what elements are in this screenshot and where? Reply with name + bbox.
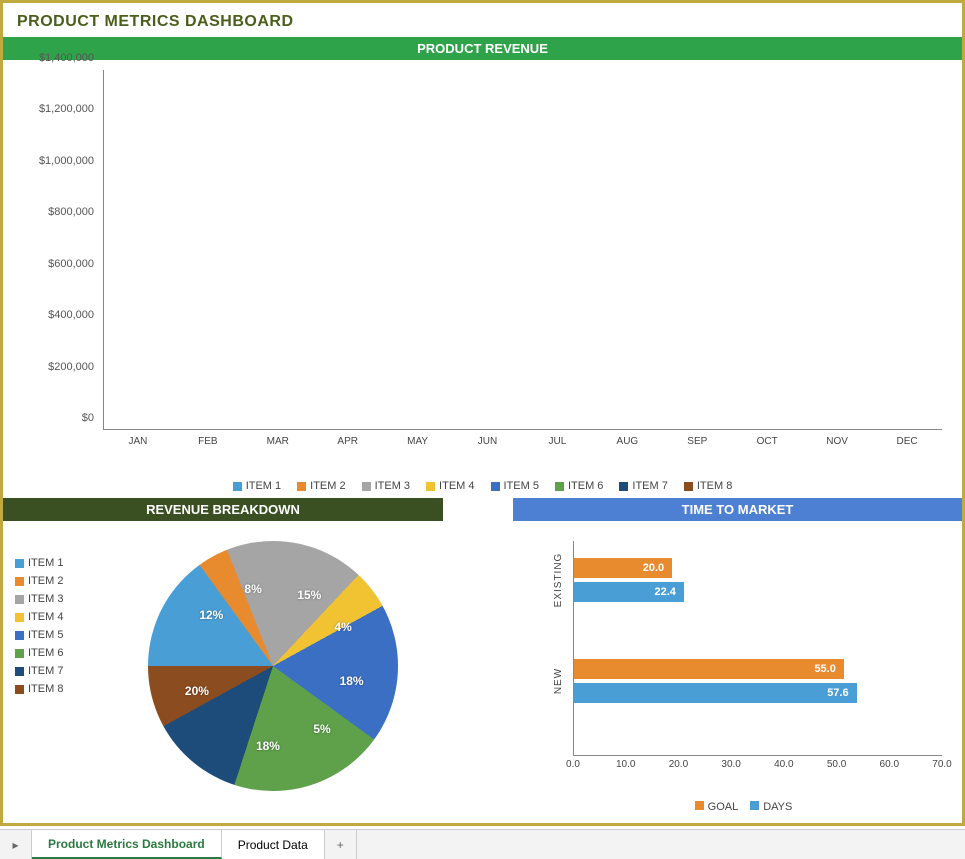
x-tick: NOV bbox=[826, 436, 848, 447]
legend-item: DAYS bbox=[738, 801, 792, 813]
x-tick: DEC bbox=[896, 436, 917, 447]
legend-item: ITEM 4 bbox=[15, 611, 63, 623]
tab-dashboard[interactable]: Product Metrics Dashboard bbox=[32, 830, 222, 859]
x-tick: MAR bbox=[267, 436, 289, 447]
revenue-banner: PRODUCT REVENUE bbox=[3, 37, 962, 60]
legend-item: ITEM 8 bbox=[15, 683, 63, 695]
pie-slice-label: 5% bbox=[313, 722, 330, 736]
pie-banner: REVENUE BREAKDOWN bbox=[3, 498, 443, 521]
legend-item: ITEM 7 bbox=[15, 665, 63, 677]
revenue-bar-chart: $0 $200,000 $400,000 $600,000 $800,000 $1,000… bbox=[3, 60, 962, 480]
legend-item: ITEM 1 bbox=[233, 480, 281, 492]
y-tick: $0 bbox=[82, 412, 94, 424]
hbar-category: NEW bbox=[553, 668, 564, 694]
hx-tick: 40.0 bbox=[774, 759, 793, 770]
revenue-pie-chart: ITEM 1 ITEM 2 ITEM 3 ITEM 4 ITEM 5 ITEM 6 ITEM… bbox=[3, 521, 443, 801]
legend-item: ITEM 3 bbox=[362, 480, 410, 492]
legend-item: ITEM 8 bbox=[684, 480, 732, 492]
hbar: 20.0 bbox=[574, 558, 672, 578]
legend-item: ITEM 2 bbox=[297, 480, 345, 492]
revenue-legend: ITEM 1 ITEM 2 ITEM 3 ITEM 4 ITEM 5 ITEM 6 ITEM… bbox=[3, 480, 962, 498]
x-tick: OCT bbox=[757, 436, 778, 447]
sheet-tabs: ▸ Product Metrics Dashboard Product Data… bbox=[0, 829, 965, 859]
y-tick: $1,200,000 bbox=[39, 103, 94, 115]
hbar-group: 55.0 57.6 bbox=[574, 659, 942, 703]
page-title: PRODUCT METRICS DASHBOARD bbox=[3, 3, 962, 37]
ttm-bar-chart: 20.0 22.4 55.0 57.6 0.0 10.0 20.0 30.0 40.0 50.0… bbox=[513, 521, 962, 801]
pie-slice-label: 20% bbox=[185, 684, 209, 698]
legend-item: ITEM 6 bbox=[15, 647, 63, 659]
hx-tick: 70.0 bbox=[932, 759, 951, 770]
legend-item: GOAL bbox=[683, 801, 739, 813]
y-tick: $600,000 bbox=[48, 258, 94, 270]
y-tick: $800,000 bbox=[48, 206, 94, 218]
legend-item: ITEM 5 bbox=[491, 480, 539, 492]
x-tick: JAN bbox=[129, 436, 148, 447]
hx-tick: 60.0 bbox=[880, 759, 899, 770]
legend-item: ITEM 2 bbox=[15, 575, 63, 587]
pie-slice-label: 18% bbox=[256, 739, 280, 753]
legend-item: ITEM 1 bbox=[15, 557, 63, 569]
hbar-group: 20.0 22.4 bbox=[574, 558, 942, 602]
hbar: 55.0 bbox=[574, 659, 844, 679]
hbar-value: 55.0 bbox=[814, 663, 835, 675]
x-tick: MAY bbox=[407, 436, 428, 447]
hx-tick: 0.0 bbox=[566, 759, 580, 770]
legend-item: ITEM 5 bbox=[15, 629, 63, 641]
pie-slice-label: 18% bbox=[340, 674, 364, 688]
hx-tick: 30.0 bbox=[721, 759, 740, 770]
hbar: 57.6 bbox=[574, 683, 857, 703]
hbar-value: 20.0 bbox=[643, 562, 664, 574]
hx-tick: 10.0 bbox=[616, 759, 635, 770]
hbar-category: EXISTING bbox=[553, 553, 564, 608]
hbar-value: 57.6 bbox=[827, 687, 848, 699]
pie-slice-label: 15% bbox=[297, 588, 321, 602]
ttm-banner: TIME TO MARKET bbox=[513, 498, 962, 521]
tab-add-icon[interactable]: + bbox=[325, 830, 357, 859]
hbar: 22.4 bbox=[574, 582, 684, 602]
x-tick: FEB bbox=[198, 436, 217, 447]
tab-nav-right-icon[interactable]: ▸ bbox=[0, 830, 32, 859]
tab-product-data[interactable]: Product Data bbox=[222, 830, 325, 859]
pie-slice-label: 12% bbox=[199, 608, 223, 622]
legend-item: ITEM 7 bbox=[619, 480, 667, 492]
y-tick: $1,000,000 bbox=[39, 155, 94, 167]
legend-item: ITEM 6 bbox=[555, 480, 603, 492]
hx-tick: 20.0 bbox=[669, 759, 688, 770]
x-tick: JUL bbox=[549, 436, 567, 447]
hx-tick: 50.0 bbox=[827, 759, 846, 770]
legend-item: ITEM 3 bbox=[15, 593, 63, 605]
pie-slice-label: 8% bbox=[244, 582, 261, 596]
x-tick: JUN bbox=[478, 436, 497, 447]
x-tick: SEP bbox=[687, 436, 707, 447]
y-tick: $400,000 bbox=[48, 309, 94, 321]
x-tick: APR bbox=[337, 436, 358, 447]
y-tick: $200,000 bbox=[48, 361, 94, 373]
hbar-value: 22.4 bbox=[654, 586, 675, 598]
y-tick: $1,400,000 bbox=[39, 52, 94, 64]
x-tick: AUG bbox=[617, 436, 639, 447]
ttm-legend: GOALDAYS bbox=[513, 801, 962, 813]
legend-item: ITEM 4 bbox=[426, 480, 474, 492]
pie-slice-label: 4% bbox=[334, 620, 351, 634]
